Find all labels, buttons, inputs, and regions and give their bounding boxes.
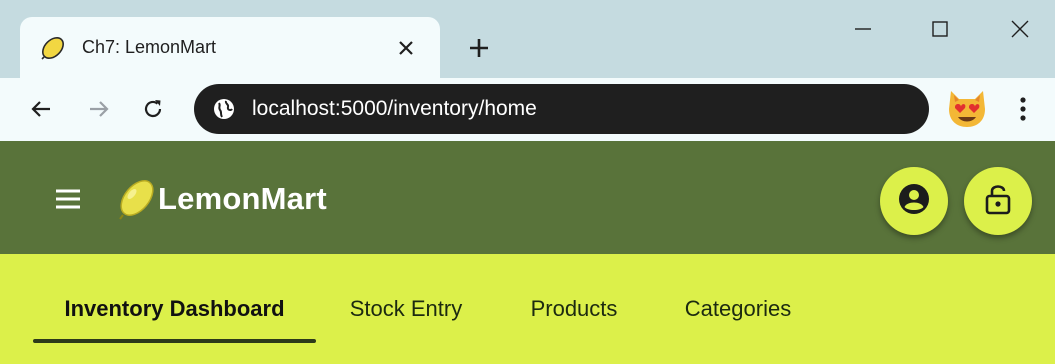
lock-open-icon (983, 182, 1013, 221)
kebab-icon[interactable] (1006, 90, 1040, 128)
tab-categories[interactable]: Categories (652, 254, 824, 364)
tab-label: Stock Entry (349, 296, 463, 321)
browser-toolbar: localhost:5000/inventory/home (0, 78, 1055, 141)
tab-label: Products (530, 296, 618, 321)
cat-heart-eyes-icon[interactable] (944, 86, 990, 132)
url-text: localhost:5000/inventory/home (252, 97, 537, 120)
tab-inventory-dashboard[interactable]: Inventory Dashboard (33, 254, 316, 364)
window-close-icon[interactable] (1000, 12, 1040, 46)
tab-stock-entry[interactable]: Stock Entry (316, 254, 496, 364)
tab-label: Categories (684, 296, 792, 321)
tab-label: Inventory Dashboard (64, 296, 285, 321)
arrow-left-icon[interactable] (22, 90, 60, 128)
inventory-tab-nav: Inventory Dashboard Stock Entry Products… (0, 254, 1055, 364)
account-circle-icon (897, 182, 931, 221)
globe-icon[interactable] (212, 97, 236, 121)
minimize-icon[interactable] (843, 12, 883, 46)
account-button[interactable] (880, 167, 948, 235)
reload-icon[interactable] (134, 90, 172, 128)
login-button[interactable] (964, 167, 1032, 235)
tab-products[interactable]: Products (496, 254, 652, 364)
tab-title: Ch7: LemonMart (82, 37, 217, 57)
hamburger-icon[interactable] (48, 179, 88, 219)
app-brand-title[interactable]: LemonMart (158, 181, 327, 217)
plus-icon[interactable] (462, 31, 496, 65)
browser-tab-strip: Ch7: LemonMart (0, 0, 1055, 78)
browser-tab[interactable]: Ch7: LemonMart (20, 17, 440, 78)
lemon-icon (38, 33, 68, 63)
address-bar[interactable]: localhost:5000/inventory/home (194, 84, 929, 134)
close-icon[interactable] (390, 32, 422, 64)
arrow-right-icon[interactable] (80, 90, 118, 128)
lemon-icon (115, 177, 159, 221)
maximize-icon[interactable] (920, 12, 960, 46)
active-tab-indicator (33, 339, 316, 343)
app-toolbar: LemonMart (0, 141, 1055, 254)
